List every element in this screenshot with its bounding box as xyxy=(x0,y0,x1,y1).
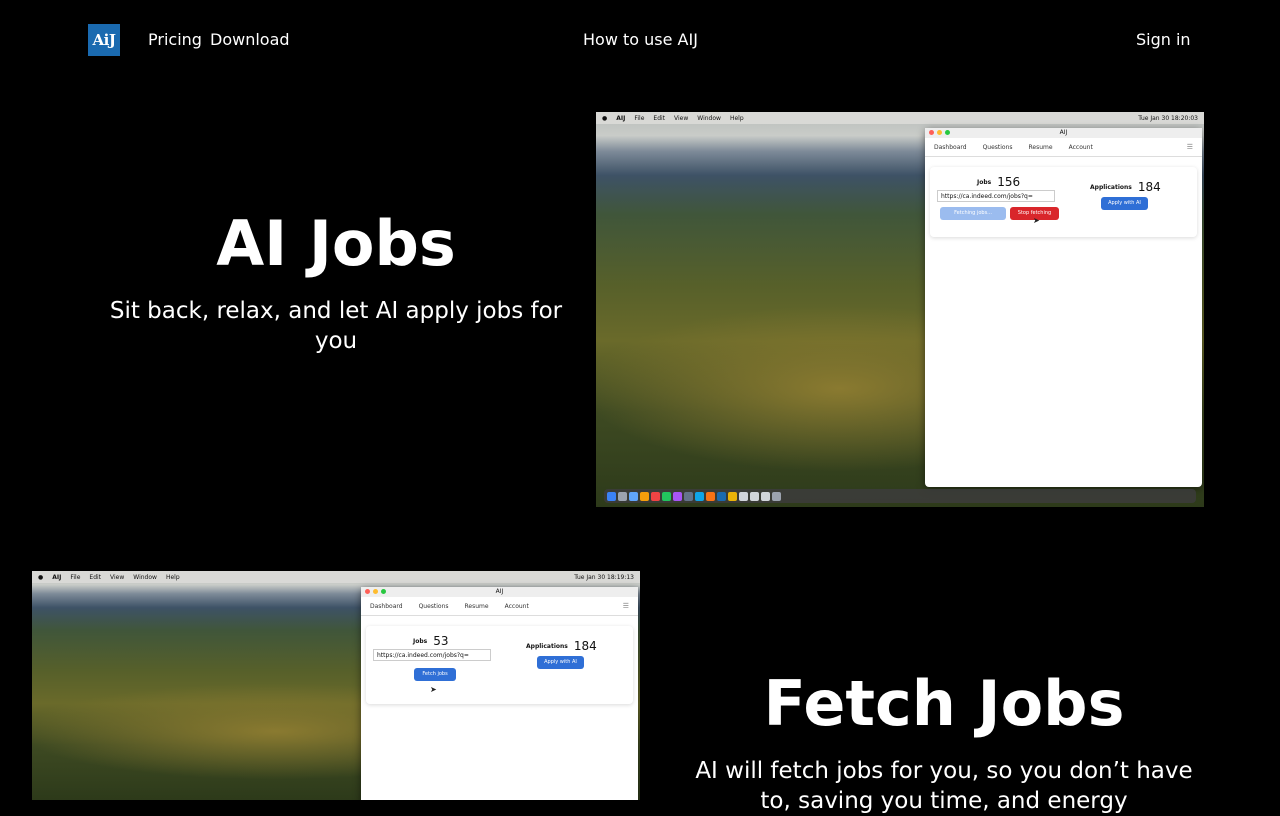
menubar-window: Window xyxy=(133,573,157,581)
aij-app-window: AIJ Dashboard Questions Resume Account ☰… xyxy=(925,128,1202,487)
tab-questions: Questions xyxy=(418,602,449,610)
window-title: AIJ xyxy=(495,588,504,595)
menubar-app-name: AIJ xyxy=(52,573,62,581)
hero-subtitle: Sit back, relax, and let AI apply jobs f… xyxy=(109,298,563,354)
window-thumb-icon xyxy=(750,491,759,501)
apply-with-ai-button: Apply with AI xyxy=(1101,197,1148,210)
zoom-dot-icon xyxy=(945,130,950,135)
jobs-label: Jobs xyxy=(413,637,428,645)
hamburger-menu-icon: ☰ xyxy=(622,602,629,610)
menubar-view: View xyxy=(110,573,125,581)
trash-icon xyxy=(772,491,781,501)
app-tabs: Dashboard Questions Resume Account ☰ xyxy=(361,597,638,616)
finder-icon xyxy=(607,491,616,501)
applications-stat: Applications 184 xyxy=(526,639,597,653)
calendar-icon xyxy=(651,491,660,501)
mac-menubar: ● AIJ File Edit View Window Help Tue Jan… xyxy=(32,571,640,583)
nav-how-to-link[interactable]: How to use AIJ xyxy=(583,30,698,49)
job-url-field: https://ca.indeed.com/jobs?q= xyxy=(937,190,1055,202)
window-titlebar: AIJ xyxy=(925,128,1202,138)
jobs-stat: Jobs 53 xyxy=(413,634,449,648)
jobs-label: Jobs xyxy=(977,178,992,186)
menubar-view: View xyxy=(674,114,689,122)
apple-icon: ● xyxy=(602,114,608,122)
aij-app-window: AIJ Dashboard Questions Resume Account ☰… xyxy=(361,587,638,800)
menubar-help: Help xyxy=(165,573,180,581)
jobs-count: 156 xyxy=(997,175,1021,189)
tab-account: Account xyxy=(504,602,529,610)
app-tabs: Dashboard Questions Resume Account ☰ xyxy=(925,138,1202,157)
fetching-jobs-button: Fetching jobs... xyxy=(940,207,1006,220)
tab-resume: Resume xyxy=(464,602,489,610)
hamburger-menu-icon: ☰ xyxy=(1186,143,1193,151)
tab-resume: Resume xyxy=(1028,143,1053,151)
menubar-edit: Edit xyxy=(653,114,666,122)
tab-dashboard: Dashboard xyxy=(934,143,967,151)
window-controls xyxy=(929,130,950,135)
menubar-file: File xyxy=(70,573,81,581)
discord-icon xyxy=(673,491,682,501)
aij-dock-icon xyxy=(717,491,726,501)
tab-dashboard: Dashboard xyxy=(370,602,403,610)
menubar-app-name: AIJ xyxy=(616,114,626,122)
menubar-window: Window xyxy=(697,114,721,122)
applications-label: Applications xyxy=(1090,183,1132,191)
fetch-jobs-title: Fetch Jobs xyxy=(763,667,1125,740)
vscode-icon xyxy=(695,491,704,501)
applications-label: Applications xyxy=(526,642,568,650)
fetch-jobs-subtitle: AI will fetch jobs for you, so you don’t… xyxy=(695,758,1193,814)
tab-questions: Questions xyxy=(982,143,1013,151)
window-controls xyxy=(365,589,386,594)
jobs-stat: Jobs 156 xyxy=(977,175,1020,189)
app-icon xyxy=(706,491,715,501)
dashboard-card: Jobs 156 https://ca.indeed.com/jobs?q= F… xyxy=(930,167,1197,237)
sign-in-link[interactable]: Sign in xyxy=(1136,30,1191,49)
minimize-dot-icon xyxy=(937,130,942,135)
apply-with-ai-button: Apply with AI xyxy=(537,656,584,669)
applications-count: 184 xyxy=(573,639,597,653)
window-titlebar: AIJ xyxy=(361,587,638,597)
close-dot-icon xyxy=(365,589,370,594)
terminal-icon xyxy=(684,491,693,501)
dashboard-card: Jobs 53 https://ca.indeed.com/jobs?q= Fe… xyxy=(366,626,633,704)
menubar-clock: Tue Jan 30 18:20:03 xyxy=(1138,114,1198,122)
menubar-help: Help xyxy=(729,114,744,122)
hero-title: AI Jobs xyxy=(216,207,456,280)
app-screenshot-stop-fetching: ● AIJ File Edit View Window Help Tue Jan… xyxy=(596,112,1204,507)
nav-pricing-link[interactable]: Pricing xyxy=(148,30,202,49)
mac-menubar: ● AIJ File Edit View Window Help Tue Jan… xyxy=(596,112,1204,124)
menubar-clock: Tue Jan 30 18:19:13 xyxy=(574,573,634,581)
mouse-cursor-icon: ➤ xyxy=(1033,216,1040,225)
minimize-dot-icon xyxy=(373,589,378,594)
mouse-cursor-icon: ➤ xyxy=(430,685,437,694)
fetch-jobs-button: Fetch jobs xyxy=(414,668,456,681)
aij-logo[interactable]: AiJ xyxy=(88,24,120,56)
launchpad-icon xyxy=(618,491,627,501)
applications-stat: Applications 184 xyxy=(1090,180,1161,194)
app-screenshot-fetch-jobs: ● AIJ File Edit View Window Help Tue Jan… xyxy=(32,571,640,800)
menubar-edit: Edit xyxy=(89,573,102,581)
mac-dock xyxy=(604,489,1196,503)
window-title: AIJ xyxy=(1059,129,1068,136)
zoom-dot-icon xyxy=(381,589,386,594)
apple-icon: ● xyxy=(38,573,44,581)
mail-icon xyxy=(640,491,649,501)
tab-account: Account xyxy=(1068,143,1093,151)
window-thumb-icon xyxy=(739,491,748,501)
applications-count: 184 xyxy=(1137,180,1161,194)
close-dot-icon xyxy=(929,130,934,135)
messages-icon xyxy=(662,491,671,501)
menubar-file: File xyxy=(634,114,645,122)
nav-download-link[interactable]: Download xyxy=(210,30,290,49)
jobs-count: 53 xyxy=(433,634,449,648)
window-thumb-icon xyxy=(761,491,770,501)
job-url-field: https://ca.indeed.com/jobs?q= xyxy=(373,649,491,661)
app-store-icon xyxy=(629,491,638,501)
chrome-icon xyxy=(728,491,737,501)
